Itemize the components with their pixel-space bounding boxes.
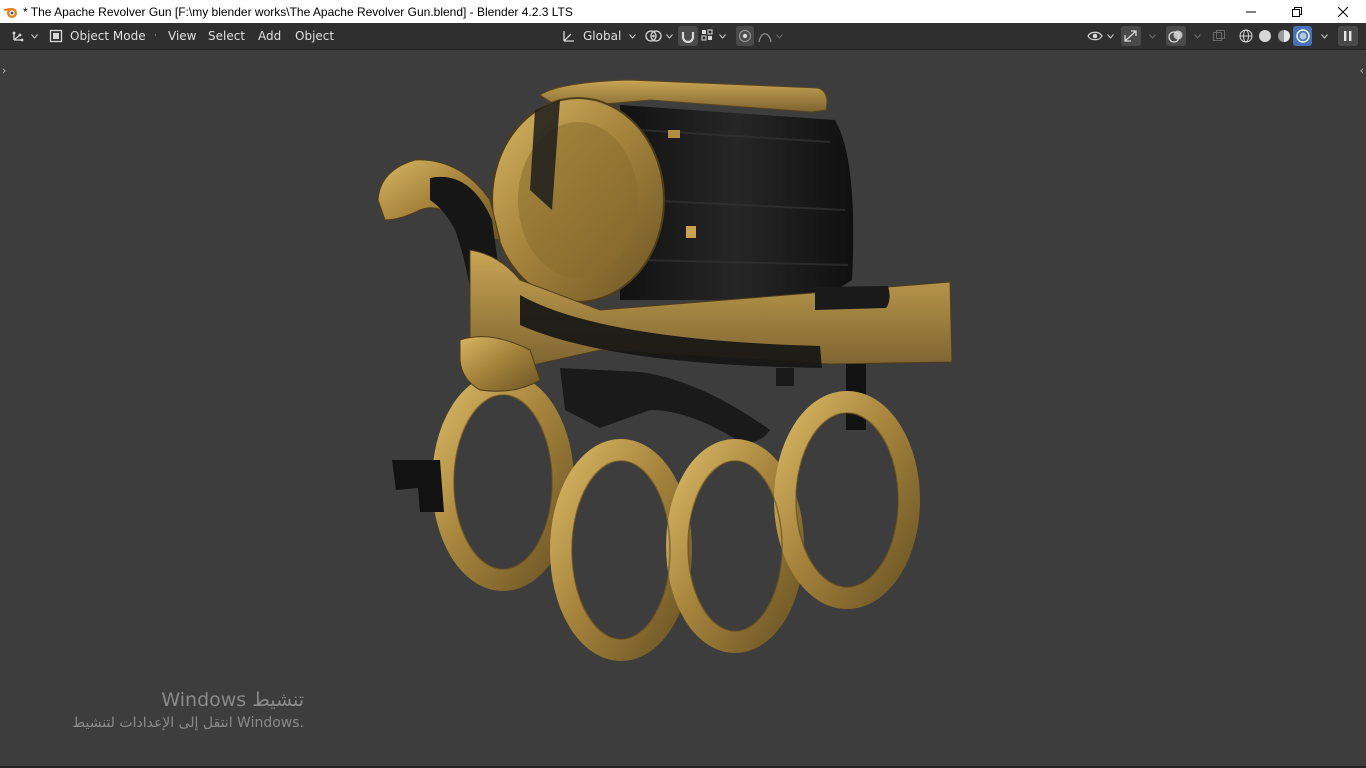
menu-add[interactable]: Add <box>251 26 288 46</box>
snap-target-dropdown[interactable] <box>701 26 726 46</box>
close-button[interactable] <box>1320 0 1366 23</box>
chevron-down-icon <box>629 33 637 39</box>
snap-magnet-icon <box>680 29 696 43</box>
material-preview-icon <box>1277 29 1291 43</box>
snap-increment-icon <box>701 29 715 43</box>
rendered-shading-button[interactable] <box>1293 26 1312 46</box>
material-preview-button[interactable] <box>1274 26 1293 46</box>
xray-icon <box>1212 29 1226 43</box>
sidebar-toggle-button[interactable] <box>1338 26 1358 46</box>
wireframe-shading-button[interactable] <box>1236 26 1255 46</box>
object-mode-icon <box>49 29 64 43</box>
blender-icon <box>4 5 18 19</box>
sidebar-toggle-icon <box>1343 30 1353 42</box>
restore-icon <box>1292 6 1302 17</box>
pivot-point-icon <box>645 29 662 43</box>
chevron-down-icon <box>776 33 783 39</box>
restore-button[interactable] <box>1274 0 1320 23</box>
falloff-curve-icon <box>758 29 772 43</box>
menu-object[interactable]: Object <box>288 26 341 46</box>
menu-select[interactable]: Select <box>201 26 252 46</box>
windows-activation-watermark: Windows تنشيط انتقل إلى الإعدادات لتنشيط… <box>72 688 304 734</box>
selectability-eye-icon <box>1087 29 1103 43</box>
xray-toggle[interactable] <box>1212 26 1226 46</box>
close-icon <box>1338 6 1348 17</box>
shading-mode-group <box>1236 26 1312 46</box>
snap-toggle[interactable] <box>678 26 698 46</box>
selectability-visibility-dropdown[interactable] <box>1087 26 1114 46</box>
chevron-down-icon <box>666 33 673 39</box>
viewport-header: Object Mode View Select Add Object Globa… <box>0 23 1366 50</box>
overlay-toggle[interactable] <box>1166 26 1186 46</box>
chevron-down-icon <box>1107 33 1114 39</box>
menu-view[interactable]: View <box>161 26 203 46</box>
gizmo-dropdown[interactable] <box>1145 26 1156 46</box>
chevron-down-icon <box>1321 33 1328 39</box>
revolver-model-render[interactable] <box>0 50 1366 766</box>
proportional-editing-icon <box>738 29 752 43</box>
overlay-icon <box>1168 29 1184 43</box>
chevron-down-icon <box>1149 33 1156 39</box>
gizmo-icon <box>1123 29 1139 43</box>
chevron-down-icon <box>1194 33 1201 39</box>
wireframe-shading-icon <box>1239 29 1253 43</box>
solid-shading-icon <box>1258 29 1272 43</box>
minimize-button[interactable] <box>1228 0 1274 23</box>
watermark-line-2: انتقل إلى الإعدادات لتنشيط Windows. <box>72 715 304 731</box>
editor-type-dropdown[interactable] <box>11 26 38 46</box>
mode-dropdown[interactable]: Object Mode <box>49 26 155 46</box>
overlay-dropdown[interactable] <box>1190 26 1201 46</box>
transform-orientation-dropdown[interactable]: Global <box>561 26 637 46</box>
global-orientation-icon <box>561 29 577 43</box>
watermark-line-1: Windows تنشيط <box>161 689 304 711</box>
window-titlebar: * The Apache Revolver Gun [F:\my blender… <box>0 0 1366 23</box>
minimize-icon <box>1246 11 1256 12</box>
window-title: * The Apache Revolver Gun [F:\my blender… <box>23 4 573 19</box>
rendered-shading-icon <box>1295 29 1310 43</box>
chevron-down-icon <box>719 33 726 39</box>
3d-viewport[interactable]: › ‹ Windows تنشيط انتقل إلى الإعدادات لت… <box>0 50 1366 766</box>
mode-label: Object Mode <box>70 29 146 43</box>
gizmo-toggle[interactable] <box>1121 26 1141 46</box>
solid-shading-button[interactable] <box>1255 26 1274 46</box>
pivot-point-dropdown[interactable] <box>645 26 673 46</box>
shading-dropdown[interactable] <box>1317 26 1328 46</box>
falloff-dropdown[interactable] <box>758 26 783 46</box>
orientation-label: Global <box>583 29 622 43</box>
3d-viewport-icon <box>11 29 27 43</box>
chevron-down-icon <box>31 33 38 39</box>
proportional-editing-toggle[interactable] <box>736 26 754 46</box>
